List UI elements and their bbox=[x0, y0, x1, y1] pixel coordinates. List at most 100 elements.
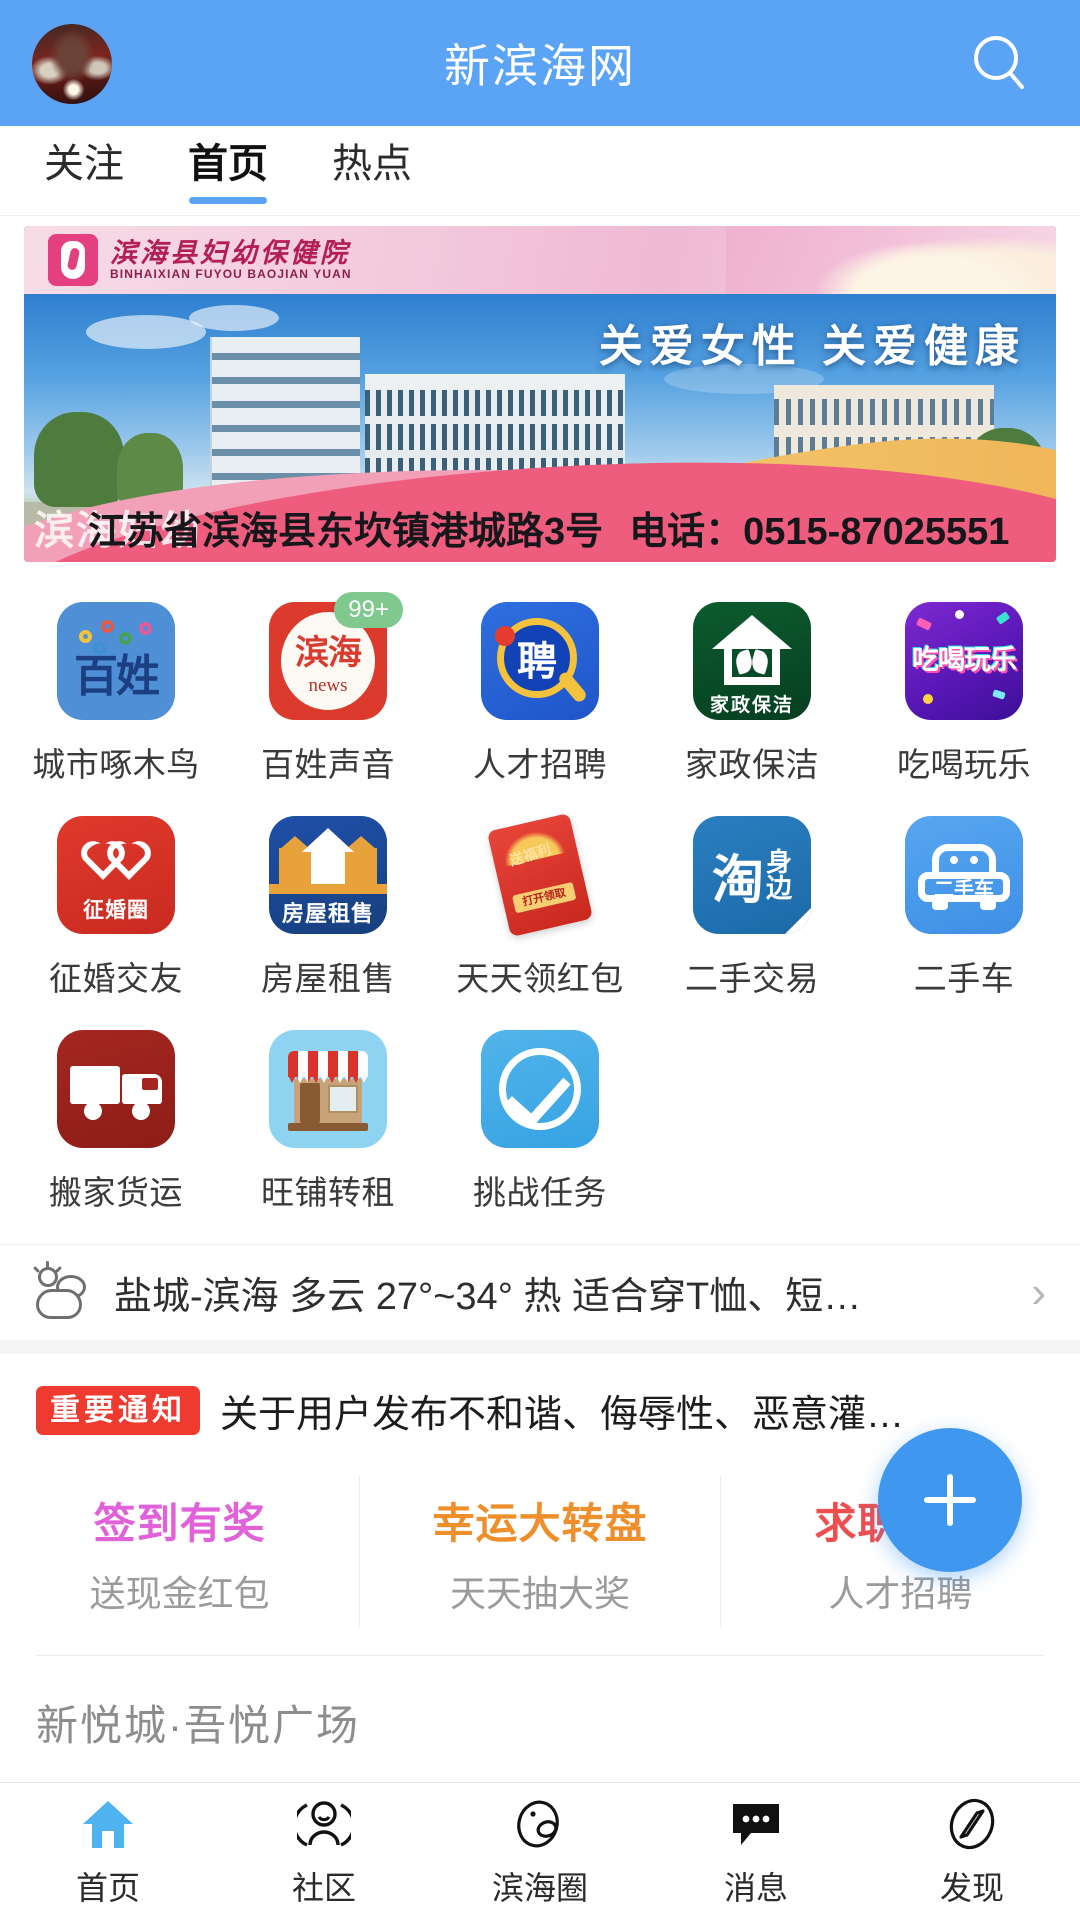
avatar-image bbox=[32, 24, 112, 104]
weather-text: 盐城-滨海 多云 27°~34° 热 适合穿T恤、短… bbox=[114, 1276, 862, 1318]
add-post-fab[interactable] bbox=[878, 1428, 1022, 1572]
redenvelope-bar-text: 打开领取 bbox=[521, 886, 567, 909]
circle-icon bbox=[511, 1795, 569, 1853]
app-shortcut-moving[interactable]: 搬家货运 bbox=[10, 1016, 222, 1230]
unread-badge: 99+ bbox=[334, 592, 403, 628]
app-label: 城市啄木鸟 bbox=[32, 746, 200, 783]
avatar[interactable] bbox=[32, 24, 112, 104]
nav-item-home[interactable]: 首页 bbox=[0, 1795, 216, 1909]
app-label: 家政保洁 bbox=[685, 746, 819, 783]
promo-lucky-wheel[interactable]: 幸运大转盘 天天抽大奖 bbox=[360, 1476, 721, 1627]
app-header: 新滨海网 bbox=[0, 0, 1080, 126]
nav-item-circle[interactable]: 滨海圈 bbox=[432, 1795, 648, 1909]
nav-item-message[interactable]: 消息 bbox=[648, 1795, 864, 1909]
nav-label: 社区 bbox=[291, 1869, 356, 1906]
hospital-name-cn: 滨海县妇幼保健院 bbox=[110, 237, 350, 268]
usedcar-icon: 二手车 bbox=[905, 816, 1023, 934]
app-shortcut-redenvelope[interactable]: 送福利 打开领取 天天领红包 bbox=[434, 802, 646, 1016]
nav-item-discover[interactable]: 发现 bbox=[864, 1795, 1080, 1909]
usedcar-icon-text: 二手车 bbox=[934, 878, 994, 901]
app-label: 挑战任务 bbox=[473, 1174, 607, 1211]
notice-text: 关于用户发布不和谐、侮辱性、恶意灌… bbox=[220, 1393, 905, 1436]
secondhand-icon: 淘 身 边 bbox=[693, 816, 811, 934]
nav-label: 滨海圈 bbox=[491, 1869, 588, 1906]
search-icon[interactable] bbox=[964, 28, 1036, 100]
recruit-icon-text: 聘 bbox=[517, 639, 557, 684]
hospital-ad-banner[interactable]: 滨海县妇幼保健院 BINHAIXIAN FUYOU BAOJIAN YUAN 关… bbox=[24, 226, 1056, 562]
redenvelope-icon: 送福利 打开领取 bbox=[481, 812, 599, 938]
baixing-dots bbox=[57, 616, 175, 656]
grid-spacer bbox=[858, 1016, 1070, 1230]
nav-label: 首页 bbox=[75, 1869, 140, 1906]
app-shortcut-dating[interactable]: 征婚圈 征婚交友 bbox=[10, 802, 222, 1016]
tao-small-1: 身 bbox=[766, 847, 793, 877]
nav-item-community[interactable]: 社区 bbox=[216, 1795, 432, 1909]
baixing-icon: 百姓 bbox=[57, 602, 175, 720]
app-label: 旺铺转租 bbox=[261, 1174, 395, 1211]
section-divider bbox=[0, 1340, 1080, 1354]
tab-bar: 关注 首页 热点 bbox=[0, 126, 1080, 216]
app-shortcut-housing[interactable]: 房屋租售 房屋租售 bbox=[222, 802, 434, 1016]
tao-small-2: 边 bbox=[766, 873, 793, 903]
app-shortcut-usedcar[interactable]: 二手车 二手车 bbox=[858, 802, 1070, 1016]
plus-icon bbox=[924, 1474, 976, 1526]
app-label: 百姓声音 bbox=[261, 746, 395, 783]
weather-bar[interactable]: 盐城-滨海 多云 27°~34° 热 适合穿T恤、短… › bbox=[0, 1244, 1080, 1340]
tab-home[interactable]: 首页 bbox=[184, 144, 272, 198]
nav-label: 消息 bbox=[723, 1869, 788, 1906]
app-label: 二手交易 bbox=[685, 960, 819, 997]
shop-transfer-icon bbox=[269, 1030, 387, 1148]
promo-title: 签到有奖 bbox=[93, 1500, 266, 1547]
promo-subtitle: 送现金红包 bbox=[89, 1573, 270, 1614]
hospital-name-en: BINHAIXIAN FUYOU BAOJIAN YUAN bbox=[110, 267, 352, 282]
tab-follow[interactable]: 关注 bbox=[40, 144, 128, 198]
app-shortcut-secondhand[interactable]: 淘 身 边 二手交易 bbox=[646, 802, 858, 1016]
moving-truck-icon bbox=[57, 1030, 175, 1148]
home-icon bbox=[79, 1795, 137, 1853]
housekeeping-icon: 家政保洁 bbox=[693, 602, 811, 720]
tab-hot[interactable]: 热点 bbox=[328, 144, 416, 198]
community-icon bbox=[295, 1795, 353, 1853]
app-shortcut-city-woodpecker[interactable]: 百姓 城市啄木鸟 bbox=[10, 588, 222, 802]
app-shortcut-recruitment[interactable]: 聘 人才招聘 bbox=[434, 588, 646, 802]
banner-phone: 电话：0515-87025551 bbox=[629, 511, 1010, 553]
section-title: 新悦城·吾悦广场 bbox=[36, 1702, 360, 1749]
app-shortcut-housekeeping[interactable]: 家政保洁 家政保洁 bbox=[646, 588, 858, 802]
banner-footer: 滨海妇幼 江苏省滨海县东坎镇港城路3号 电话：0515-87025551 bbox=[24, 498, 1056, 556]
app-label: 二手车 bbox=[913, 960, 1015, 997]
app-label: 征婚交友 bbox=[49, 960, 183, 997]
promo-title: 幸运大转盘 bbox=[432, 1500, 648, 1547]
promo-subtitle: 人才招聘 bbox=[828, 1573, 973, 1614]
bottom-navigation: 首页 社区 滨海圈 消息 发现 bbox=[0, 1782, 1080, 1920]
housekeeping-icon-text: 家政保洁 bbox=[709, 695, 794, 716]
dating-icon: 征婚圈 bbox=[57, 816, 175, 934]
app-shortcut-shop-transfer[interactable]: 旺铺转租 bbox=[222, 1016, 434, 1230]
promo-subtitle: 天天抽大奖 bbox=[449, 1573, 630, 1614]
app-shortcut-grid: 百姓 城市啄木鸟 99+ 滨海 news 百姓声音 聘 人才招聘 家政保洁 家政… bbox=[0, 562, 1080, 1236]
entertainment-icon: 吃喝玩乐 bbox=[905, 602, 1023, 720]
chevron-right-icon[interactable]: › bbox=[1031, 1270, 1046, 1315]
banner-address: 江苏省滨海县东坎镇港城路3号 bbox=[88, 511, 604, 553]
app-root: 新滨海网 关注 首页 热点 滨海县妇幼保健院 BINHAIXIAN FUYOU … bbox=[0, 0, 1080, 1920]
page-title: 新滨海网 bbox=[444, 40, 636, 92]
promo-checkin[interactable]: 签到有奖 送现金红包 bbox=[0, 1476, 361, 1627]
app-label: 房屋租售 bbox=[261, 960, 395, 997]
app-shortcut-entertainment[interactable]: 吃喝玩乐 吃喝玩乐 bbox=[858, 588, 1070, 802]
app-label: 搬家货运 bbox=[49, 1174, 183, 1211]
tao-big-text: 淘 bbox=[711, 852, 764, 910]
banner-carousel: 滨海县妇幼保健院 BINHAIXIAN FUYOU BAOJIAN YUAN 关… bbox=[0, 216, 1080, 562]
app-label: 天天领红包 bbox=[456, 960, 624, 997]
nav-label: 发现 bbox=[939, 1869, 1004, 1906]
dating-icon-text: 征婚圈 bbox=[83, 899, 149, 922]
recruit-reddot bbox=[495, 626, 515, 646]
hospital-logo: 滨海县妇幼保健院 BINHAIXIAN FUYOU BAOJIAN YUAN bbox=[48, 234, 352, 286]
news-icon-en: news bbox=[308, 675, 348, 696]
task-check-icon bbox=[481, 1030, 599, 1148]
app-shortcut-peoples-voice[interactable]: 99+ 滨海 news 百姓声音 bbox=[222, 588, 434, 802]
recruit-icon: 聘 bbox=[481, 602, 599, 720]
app-shortcut-task[interactable]: 挑战任务 bbox=[434, 1016, 646, 1230]
message-icon bbox=[727, 1795, 785, 1853]
housing-icon: 房屋租售 bbox=[269, 816, 387, 934]
app-label: 人才招聘 bbox=[473, 746, 607, 783]
hospital-logo-mark bbox=[48, 234, 98, 286]
